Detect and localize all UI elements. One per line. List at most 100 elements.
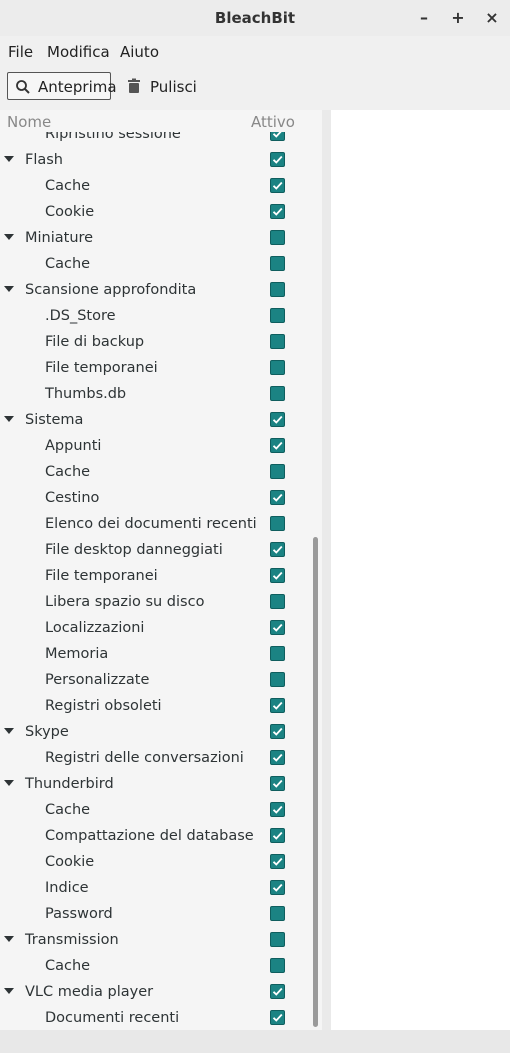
column-header-active[interactable]: Attivo <box>251 113 295 131</box>
active-checkbox[interactable] <box>270 984 285 999</box>
active-checkbox[interactable] <box>270 594 285 609</box>
active-checkbox[interactable] <box>270 178 285 193</box>
expander-arrow-icon[interactable] <box>4 234 14 240</box>
active-checkbox[interactable] <box>270 672 285 687</box>
active-checkbox[interactable] <box>270 854 285 869</box>
tree-child-row[interactable]: Personalizzate <box>0 668 308 694</box>
tree-child-row[interactable]: Cache <box>0 174 308 200</box>
tree-row-label: File temporanei <box>45 568 158 584</box>
clean-button[interactable]: Pulisci <box>120 72 210 100</box>
active-checkbox[interactable] <box>270 334 285 349</box>
active-checkbox[interactable] <box>270 516 285 531</box>
active-checkbox[interactable] <box>270 386 285 401</box>
active-checkbox[interactable] <box>270 490 285 505</box>
bleachbit-window: BleachBit – + × File Modifica Aiuto Ante… <box>0 0 510 1053</box>
tree-child-row[interactable]: Cache <box>0 460 308 486</box>
active-checkbox[interactable] <box>270 204 285 219</box>
expander-arrow-icon[interactable] <box>4 936 14 942</box>
active-checkbox[interactable] <box>270 906 285 921</box>
active-checkbox[interactable] <box>270 542 285 557</box>
tree-parent-row[interactable]: Miniature <box>0 226 308 252</box>
tree-child-row[interactable]: Cookie <box>0 200 308 226</box>
tree-rows: Ripristino sessione Flash Cache Cookie Minia… <box>0 122 308 1030</box>
active-checkbox[interactable] <box>270 464 285 479</box>
tree-child-row[interactable]: Libera spazio su disco <box>0 590 308 616</box>
tree-child-row[interactable]: Thumbs.db <box>0 382 308 408</box>
tree-child-row[interactable]: Compattazione del database <box>0 824 308 850</box>
expander-arrow-icon[interactable] <box>4 988 14 994</box>
tree-child-row[interactable]: Elenco dei documenti recenti <box>0 512 308 538</box>
active-checkbox[interactable] <box>270 438 285 453</box>
menu-edit[interactable]: Modifica <box>47 43 110 61</box>
active-checkbox[interactable] <box>270 256 285 271</box>
tree-child-row[interactable]: Cache <box>0 252 308 278</box>
tree-child-row[interactable]: Cestino <box>0 486 308 512</box>
tree-child-row[interactable]: .DS_Store <box>0 304 308 330</box>
pane-divider[interactable] <box>322 110 331 1030</box>
active-checkbox[interactable] <box>270 750 285 765</box>
tree-child-row[interactable]: Cache <box>0 954 308 980</box>
scrollbar[interactable] <box>308 132 322 1030</box>
active-checkbox[interactable] <box>270 412 285 427</box>
active-checkbox[interactable] <box>270 698 285 713</box>
tree-child-row[interactable]: File temporanei <box>0 356 308 382</box>
tree-row-label: Skype <box>25 724 69 740</box>
tree-child-row[interactable]: Registri delle conversazioni <box>0 746 308 772</box>
active-checkbox[interactable] <box>270 230 285 245</box>
column-header-name[interactable]: Nome <box>7 113 51 131</box>
expander-arrow-icon[interactable] <box>4 156 14 162</box>
tree-header: Nome Attivo <box>0 110 308 132</box>
active-checkbox[interactable] <box>270 724 285 739</box>
active-checkbox[interactable] <box>270 1010 285 1025</box>
active-checkbox[interactable] <box>270 308 285 323</box>
close-button[interactable]: × <box>480 6 504 30</box>
active-checkbox[interactable] <box>270 620 285 635</box>
tree-row-label: Cookie <box>45 204 95 220</box>
active-checkbox[interactable] <box>270 932 285 947</box>
tree-parent-row[interactable]: Flash <box>0 148 308 174</box>
tree-row-label: Personalizzate <box>45 672 150 688</box>
active-checkbox[interactable] <box>270 802 285 817</box>
tree-parent-row[interactable]: Transmission <box>0 928 308 954</box>
scrollbar-thumb[interactable] <box>313 537 318 1027</box>
tree-child-row[interactable]: File di backup <box>0 330 308 356</box>
expander-arrow-icon[interactable] <box>4 728 14 734</box>
tree-child-row[interactable]: Appunti <box>0 434 308 460</box>
menu-help[interactable]: Aiuto <box>120 43 159 61</box>
tree-parent-row[interactable]: Skype <box>0 720 308 746</box>
tree-child-row[interactable]: Memoria <box>0 642 308 668</box>
tree-child-row[interactable]: Registri obsoleti <box>0 694 308 720</box>
active-checkbox[interactable] <box>270 958 285 973</box>
tree-child-row[interactable]: Password <box>0 902 308 928</box>
active-checkbox[interactable] <box>270 646 285 661</box>
tree-row-label: Miniature <box>25 230 94 246</box>
tree-child-row[interactable]: Indice <box>0 876 308 902</box>
search-icon <box>15 79 31 99</box>
tree-parent-row[interactable]: VLC media player <box>0 980 308 1006</box>
expander-arrow-icon[interactable] <box>4 286 14 292</box>
tree-parent-row[interactable]: Sistema <box>0 408 308 434</box>
active-checkbox[interactable] <box>270 568 285 583</box>
tree-child-row[interactable]: Cache <box>0 798 308 824</box>
minimize-button[interactable]: – <box>412 6 436 30</box>
tree-child-row[interactable]: Documenti recenti <box>0 1006 308 1030</box>
active-checkbox[interactable] <box>270 880 285 895</box>
tree-child-row[interactable]: Cookie <box>0 850 308 876</box>
menu-file[interactable]: File <box>8 43 33 61</box>
expander-arrow-icon[interactable] <box>4 780 14 786</box>
active-checkbox[interactable] <box>270 360 285 375</box>
tree-row-label: Registri delle conversazioni <box>45 750 244 766</box>
active-checkbox[interactable] <box>270 152 285 167</box>
active-checkbox[interactable] <box>270 282 285 297</box>
tree-child-row[interactable]: File desktop danneggiati <box>0 538 308 564</box>
active-checkbox[interactable] <box>270 828 285 843</box>
tree-parent-row[interactable]: Thunderbird <box>0 772 308 798</box>
maximize-button[interactable]: + <box>446 6 470 30</box>
tree-child-row[interactable]: Localizzazioni <box>0 616 308 642</box>
expander-arrow-icon[interactable] <box>4 416 14 422</box>
tree-parent-row[interactable]: Scansione approfondita <box>0 278 308 304</box>
title-bar[interactable]: BleachBit – + × <box>0 0 510 36</box>
active-checkbox[interactable] <box>270 776 285 791</box>
preview-button[interactable]: Anteprima <box>7 72 117 100</box>
tree-child-row[interactable]: File temporanei <box>0 564 308 590</box>
